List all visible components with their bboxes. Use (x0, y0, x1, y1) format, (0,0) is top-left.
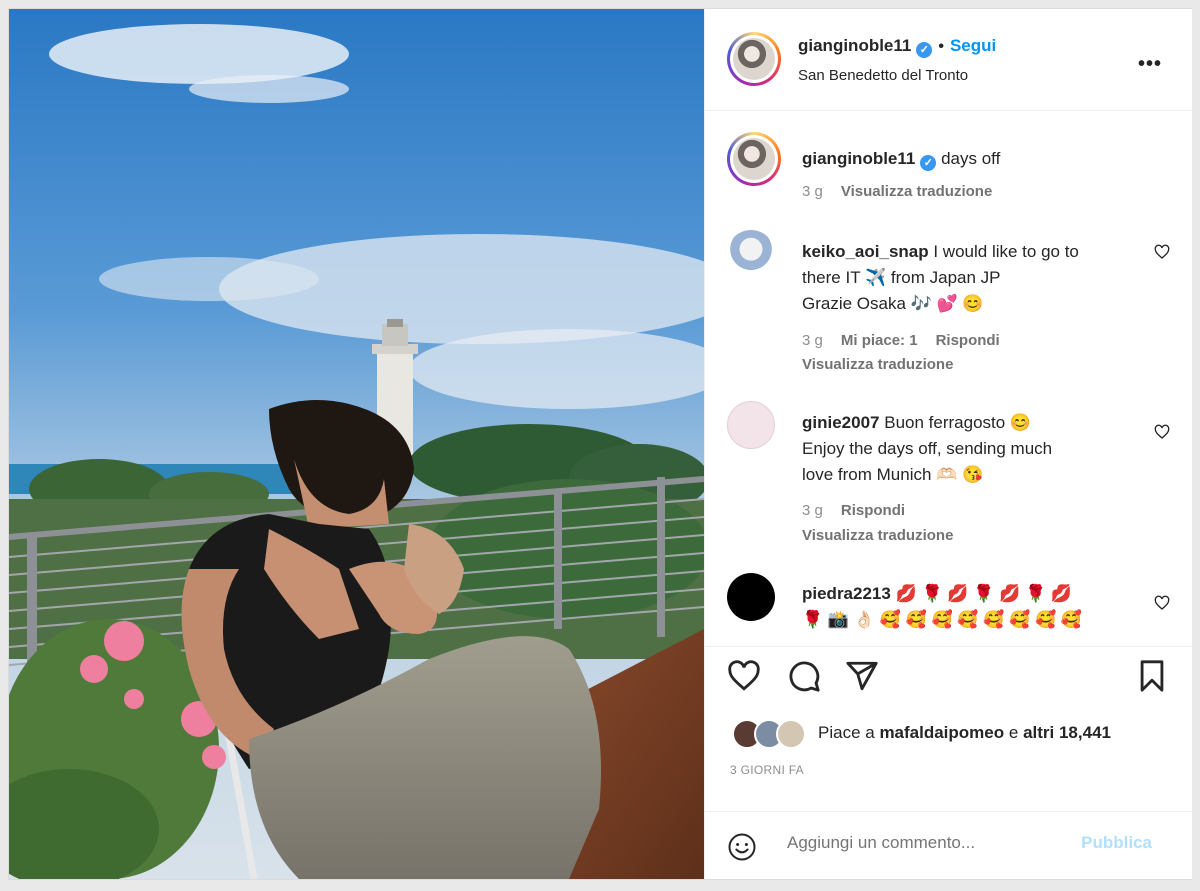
author-line: gianginoble11 ✓ • Segui (798, 36, 996, 58)
like-comment-heart-icon[interactable] (1154, 244, 1170, 260)
separator-dot: • (938, 38, 944, 55)
comment-line: Grazie Osaka 🎶 💕 😊 (802, 294, 984, 313)
likes-prefix: Piace a (818, 723, 875, 742)
bookmark-icon[interactable] (1135, 659, 1169, 693)
more-options-icon[interactable]: ••• (1138, 53, 1162, 76)
verified-badge-icon: ✓ (916, 42, 933, 58)
publish-button[interactable]: Pubblica (1081, 833, 1152, 853)
emoji-icon[interactable] (727, 832, 757, 862)
comment-likes[interactable]: Mi piace: 1 (841, 332, 918, 349)
post-modal: gianginoble11 ✓ • Segui San Benedetto del T… (8, 8, 1192, 880)
comment-line: Buon ferragosto 😊 (884, 413, 1032, 432)
like-comment-heart-icon[interactable] (1154, 424, 1170, 440)
comment-translate-link[interactable]: Visualizza traduzione (802, 527, 953, 544)
caption-meta: 3 g Visualizza traduzione (802, 183, 992, 200)
reply-button[interactable]: Rispondi (936, 332, 1000, 349)
comment-username[interactable]: ginie2007 (802, 413, 880, 432)
likes-user-link[interactable]: mafaldaipomeo (879, 723, 1004, 742)
post-header: gianginoble11 ✓ • Segui San Benedetto del T… (705, 9, 1192, 111)
caption-text: days off (941, 149, 1001, 168)
comment-line: 💋 🌹 💋 🌹 💋 🌹 💋 (895, 584, 1073, 603)
follow-button[interactable]: Segui (950, 36, 996, 55)
post-image (9, 9, 704, 879)
comment-meta: 3 g Mi piace: 1 Rispondi (802, 332, 1000, 349)
likes-others-link[interactable]: altri 18,441 (1023, 723, 1111, 742)
comment-line: I would like to go to (933, 242, 1079, 261)
comment-input[interactable] (787, 833, 1057, 853)
author-avatar[interactable] (727, 32, 781, 86)
comment-line: Enjoy the days off, sending much (802, 439, 1053, 458)
heart-icon[interactable] (727, 659, 761, 693)
post-location[interactable]: San Benedetto del Tronto (798, 67, 968, 84)
comments-list[interactable]: gianginoble11 ✓ days off 3 g Visualizza tr… (705, 111, 1192, 646)
comment-text: keiko_aoi_snap I would like to go to the… (802, 239, 1142, 317)
caption-time[interactable]: 3 g (802, 183, 823, 200)
comment-avatar[interactable] (727, 401, 775, 449)
caption-text-line: gianginoble11 ✓ days off (802, 146, 1142, 172)
like-comment-heart-icon[interactable] (1154, 595, 1170, 611)
comment-text: ginie2007 Buon ferragosto 😊 Enjoy the da… (802, 410, 1142, 488)
caption-translate-link[interactable]: Visualizza traduzione (841, 183, 992, 200)
comment-username[interactable]: piedra2213 (802, 584, 891, 603)
comment-text: piedra2213 💋 🌹 💋 🌹 💋 🌹 💋 🌹 📸 👌🏻 🥰 🥰 🥰 🥰 … (802, 581, 1142, 633)
likes-text: Piace a mafaldaipomeo e altri 18,441 (818, 723, 1111, 743)
reply-button[interactable]: Rispondi (841, 502, 905, 519)
comment-translate-link[interactable]: Visualizza traduzione (802, 356, 953, 373)
post-photo[interactable] (9, 9, 704, 879)
comment-time[interactable]: 3 g (802, 332, 823, 349)
author-username[interactable]: gianginoble11 (798, 36, 911, 55)
likes-middle: e (1008, 723, 1019, 742)
comment-avatar[interactable] (727, 230, 775, 278)
post-actions-bar (705, 646, 1192, 707)
post-side-panel: gianginoble11 ✓ • Segui San Benedetto del T… (704, 9, 1192, 879)
comment-icon[interactable] (787, 659, 821, 693)
comment-line: there IT ✈️ from Japan JP (802, 268, 1001, 287)
share-icon[interactable] (845, 659, 879, 693)
caption-username[interactable]: gianginoble11 (802, 149, 915, 168)
comment-username[interactable]: keiko_aoi_snap (802, 242, 929, 261)
comment-meta: 3 g Rispondi (802, 502, 905, 519)
likes-summary: Piace a mafaldaipomeo e altri 18,441 (730, 717, 1190, 749)
comment-line: love from Munich 🫶🏻 😘 (802, 465, 984, 484)
liker-avatar[interactable] (776, 719, 806, 749)
verified-badge-icon: ✓ (920, 155, 937, 171)
comment-composer: Pubblica (705, 811, 1192, 880)
comment-line: 🌹 📸 👌🏻 🥰 🥰 🥰 🥰 🥰 🥰 🥰 🥰 (802, 610, 1083, 629)
comment-time[interactable]: 3 g (802, 502, 823, 519)
comment-avatar[interactable] (727, 573, 775, 621)
post-timestamp[interactable]: 3 GIORNI FA (730, 763, 804, 777)
caption-author-avatar[interactable] (727, 132, 781, 186)
